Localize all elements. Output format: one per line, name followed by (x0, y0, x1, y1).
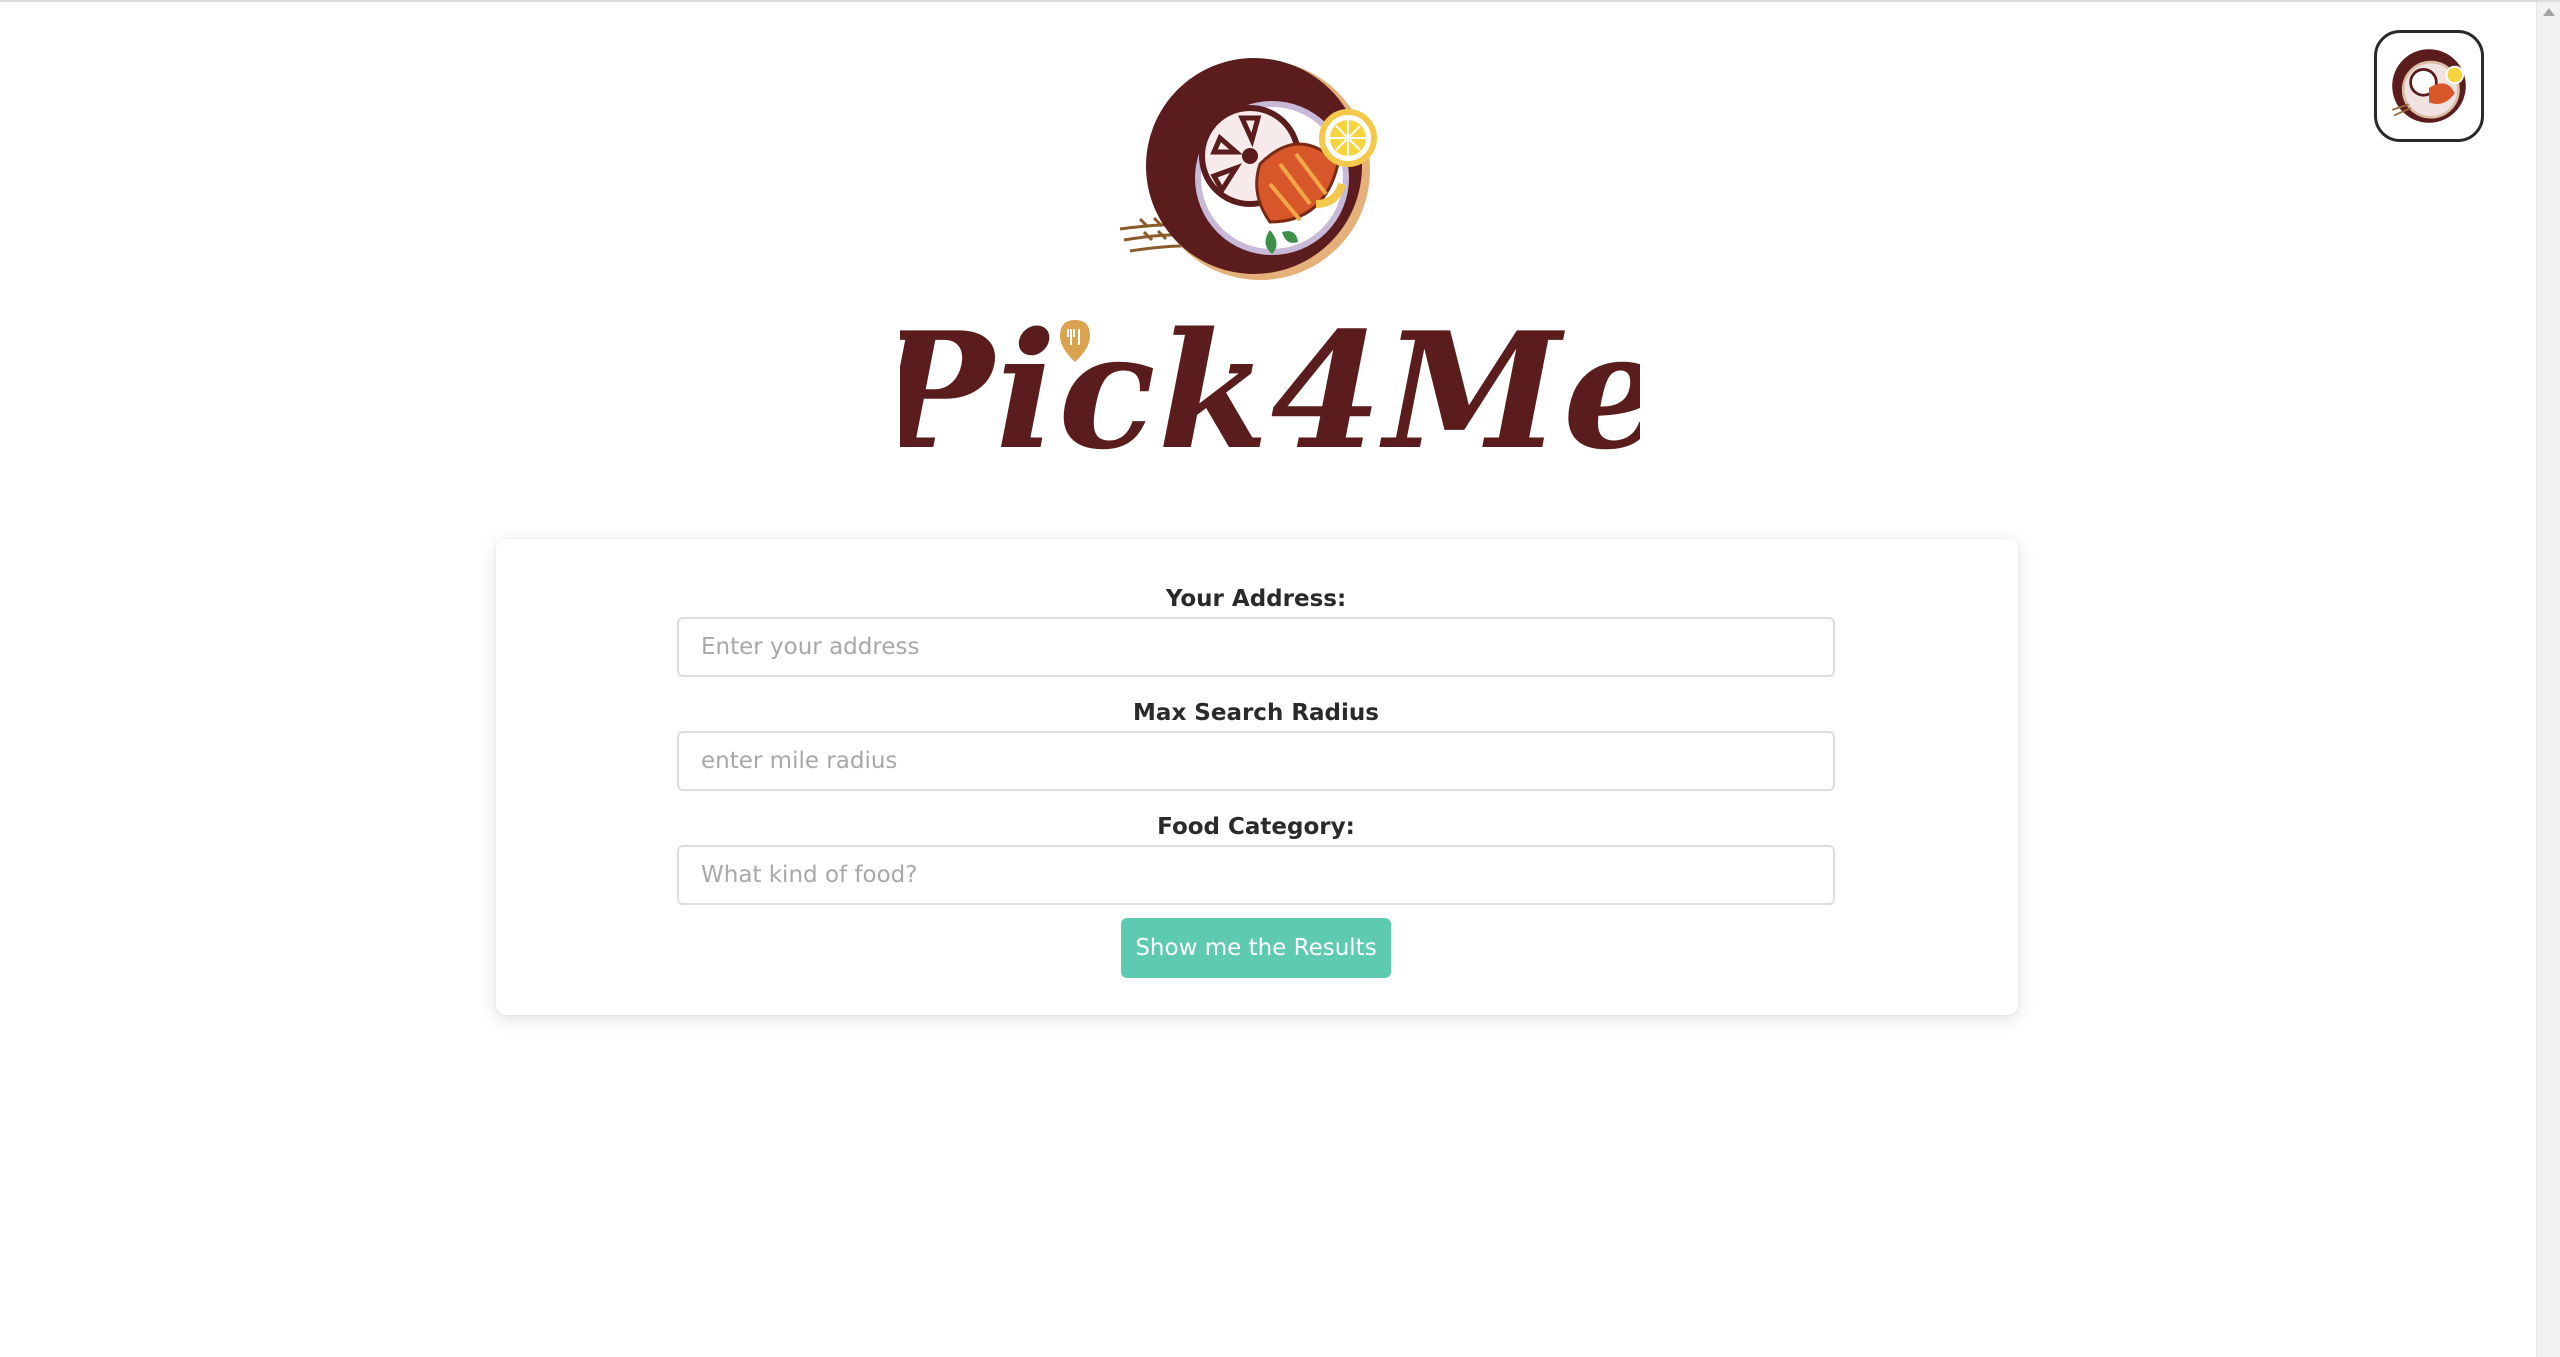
show-results-button[interactable]: Show me the Results (1121, 918, 1391, 978)
scroll-up-arrow-icon[interactable] (2543, 8, 2555, 16)
category-field-group: Food Category: (677, 811, 1835, 905)
address-label: Your Address: (1165, 586, 1347, 612)
radius-field-group: Max Search Radius (677, 697, 1835, 791)
category-input[interactable] (677, 845, 1835, 905)
brand-wordmark-text: Pick4Me (900, 302, 1640, 472)
brand-wordmark-svg: Pick4Me (869, 297, 1665, 485)
category-label: Food Category: (1157, 814, 1355, 840)
page-viewport: Pick4Me Your Address: Max Search Radius … (0, 0, 2560, 1357)
radius-label: Max Search Radius (1133, 700, 1379, 726)
radius-input[interactable] (677, 731, 1835, 791)
logo-emblem-image (1119, 58, 1377, 280)
vertical-scrollbar[interactable] (2536, 2, 2560, 1357)
address-input[interactable] (677, 617, 1835, 677)
search-form-card: Your Address: Max Search Radius Food Cat… (496, 539, 2018, 1015)
brand-wordmark: Pick4Me (869, 297, 1665, 485)
profile-avatar-button[interactable] (2374, 30, 2484, 142)
profile-avatar-icon (2391, 49, 2466, 123)
address-field-group: Your Address: (677, 583, 1835, 677)
